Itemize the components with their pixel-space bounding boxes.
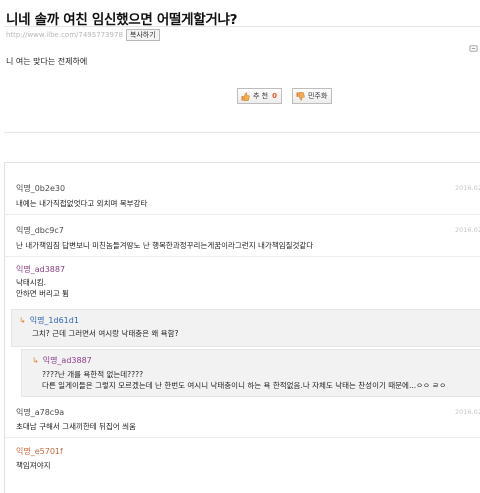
- comment-divider: [5, 256, 480, 257]
- comment-author[interactable]: 익명_dbc9c7: [16, 225, 64, 236]
- copy-url-button[interactable]: 복사하기: [125, 29, 160, 41]
- vote-row: 추 천 0 민주화: [237, 88, 333, 104]
- upvote-button[interactable]: 추 천 0: [237, 88, 282, 104]
- upvote-label: 추 천: [253, 92, 269, 100]
- reply-author-name: 익명_ad3887: [42, 356, 92, 365]
- comment-date: 2016.02: [455, 184, 480, 192]
- thumbs-up-icon: [241, 91, 250, 101]
- reply-text: ????난 개를 욕한적 없는데????: [42, 370, 144, 379]
- comment-author[interactable]: 익명_ad3887: [16, 264, 65, 275]
- url-row: http://www.ilbe.com/7495773978 복사하기: [6, 29, 160, 41]
- comments-section: 익명_0b2e30 2016.02 내예는 내가직접없엇다고 외치며 복부강타 …: [4, 162, 480, 493]
- comment-text: 낙태시킴.: [16, 278, 46, 287]
- comment-text: 책임져야지: [16, 461, 51, 470]
- post-body: 니 여는 맞다는 전제하에: [6, 57, 88, 66]
- comment-text: 난 내가책임짐 답변보니 미친놈들겨땅노 난 행복한과정꾸리는게꿈이라그런지 내…: [16, 241, 314, 250]
- post-title: 니네 솔까 여친 임신했으면 어떨게할거냐?: [6, 12, 238, 28]
- nested-reply-comment: ↳ 익명_ad3887 ????난 개를 욕한적 없는데???? 다른 일게이들은…: [21, 349, 480, 397]
- comment-author[interactable]: 익명_0b2e30: [16, 183, 65, 194]
- comment-text: 초대남 구해서 그새끼한테 뒤집어 씌움: [16, 422, 136, 431]
- comment-date: 2016.02: [455, 408, 480, 416]
- reply-arrow-icon: ↳: [32, 356, 39, 365]
- reply-arrow-icon: ↳: [19, 316, 26, 325]
- comment-text: 내예는 내가직접없엇다고 외치며 복부강타: [16, 199, 148, 208]
- comment-text: 안하면 버리고 튐: [16, 289, 70, 298]
- thumbs-down-icon: [296, 91, 305, 101]
- comment-author[interactable]: 익명_a78c9a: [16, 407, 64, 418]
- comment-date: 2016.02: [455, 226, 480, 234]
- reply-author[interactable]: ↳ 익명_1d61d1: [19, 315, 79, 326]
- comment-author[interactable]: 익명_e5701f: [16, 446, 63, 457]
- upvote-count: 0: [272, 92, 277, 100]
- settings-icon[interactable]: [469, 38, 478, 52]
- report-button[interactable]: 민주화: [291, 88, 333, 104]
- reply-comment: ↳ 익명_1d61d1 그치? 근데 그러면서 여시랑 낙태충은 왜 욕함?: [11, 309, 480, 347]
- reply-text: 그치? 근데 그러면서 여시랑 낙태충은 왜 욕함?: [32, 329, 179, 338]
- report-label: 민주화: [307, 92, 328, 100]
- reply-author[interactable]: ↳ 익명_ad3887: [32, 355, 92, 366]
- post-divider: [4, 132, 480, 133]
- reply-text: 다른 일게이들은 그렇지 모르겠는데 난 한번도 여시니 낙태충이니 하는 욕 …: [42, 381, 447, 390]
- reply-author-name: 익명_1d61d1: [29, 316, 79, 325]
- title-divider: [4, 26, 480, 27]
- comment-divider: [5, 437, 480, 438]
- comment-divider: [5, 214, 480, 215]
- post-url[interactable]: http://www.ilbe.com/7495773978: [6, 31, 123, 39]
